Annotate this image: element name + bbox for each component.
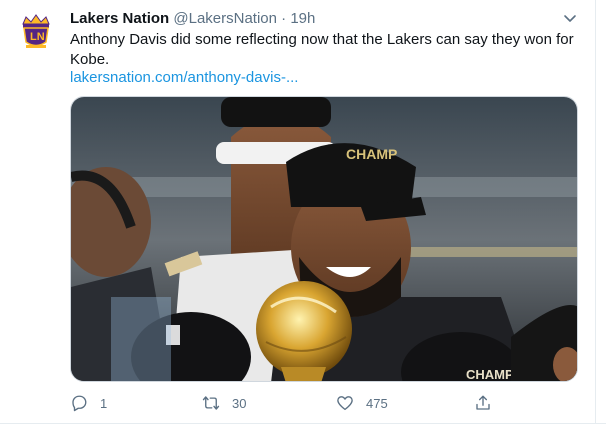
chevron-down-icon xyxy=(564,15,576,22)
tweet-text: Anthony Davis did some reflecting now th… xyxy=(70,31,574,68)
reply-count: 1 xyxy=(100,395,108,411)
retweet-icon xyxy=(202,396,220,410)
retweet-button[interactable]: 30 xyxy=(202,392,246,414)
svg-text:LN: LN xyxy=(30,31,45,43)
tweet-card[interactable]: LN Lakers Nation @LakersNation · 19h Ant… xyxy=(0,0,606,424)
tweet-photo[interactable]: CHAMP CHAMPION xyxy=(70,96,578,382)
like-button[interactable]: 475 xyxy=(336,392,388,414)
heart-icon xyxy=(337,396,353,411)
timestamp[interactable]: 19h xyxy=(290,10,315,27)
share-icon xyxy=(476,395,490,410)
reply-icon xyxy=(72,395,87,412)
user-handle[interactable]: @LakersNation xyxy=(173,10,277,27)
lakers-nation-logo-icon: LN xyxy=(12,9,60,57)
more-menu-button[interactable] xyxy=(562,10,578,26)
article-link[interactable]: lakersnation.com/anthony-davis-... xyxy=(70,68,298,87)
separator-dot: · xyxy=(281,10,287,27)
tweet-actions: 1 30 475 xyxy=(70,392,510,416)
celebration-photo: CHAMP CHAMPION xyxy=(71,97,577,381)
retweet-count: 30 xyxy=(232,395,247,411)
like-count: 475 xyxy=(366,395,388,411)
cap-text: CHAMP xyxy=(346,146,397,162)
avatar[interactable]: LN xyxy=(12,9,60,57)
tweet-header: Lakers Nation @LakersNation · 19h xyxy=(70,9,315,28)
display-name[interactable]: Lakers Nation xyxy=(70,10,169,27)
divider xyxy=(595,0,596,424)
share-button[interactable] xyxy=(474,392,504,414)
reply-button[interactable]: 1 xyxy=(70,392,107,414)
